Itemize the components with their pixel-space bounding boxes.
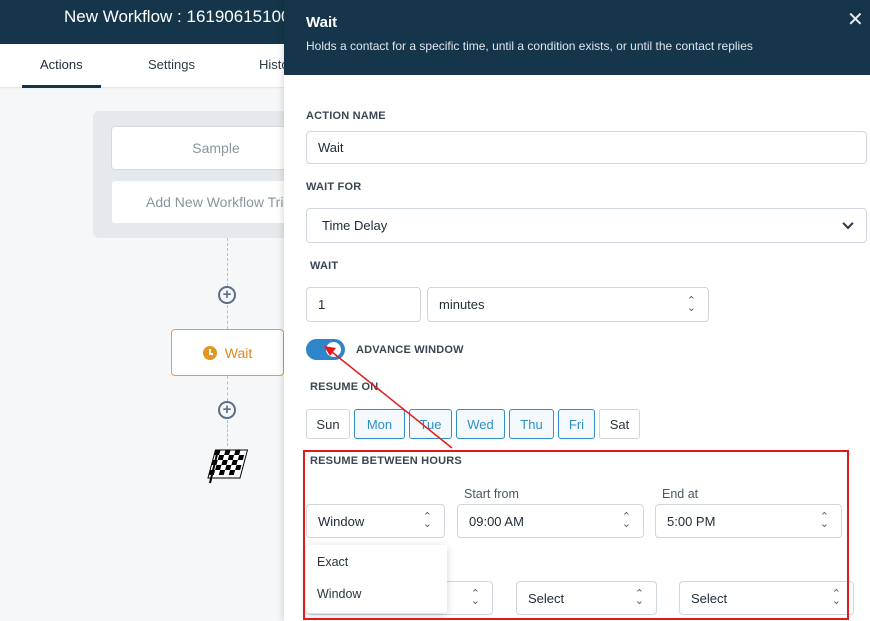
annotation-arrow-icon — [324, 346, 453, 449]
